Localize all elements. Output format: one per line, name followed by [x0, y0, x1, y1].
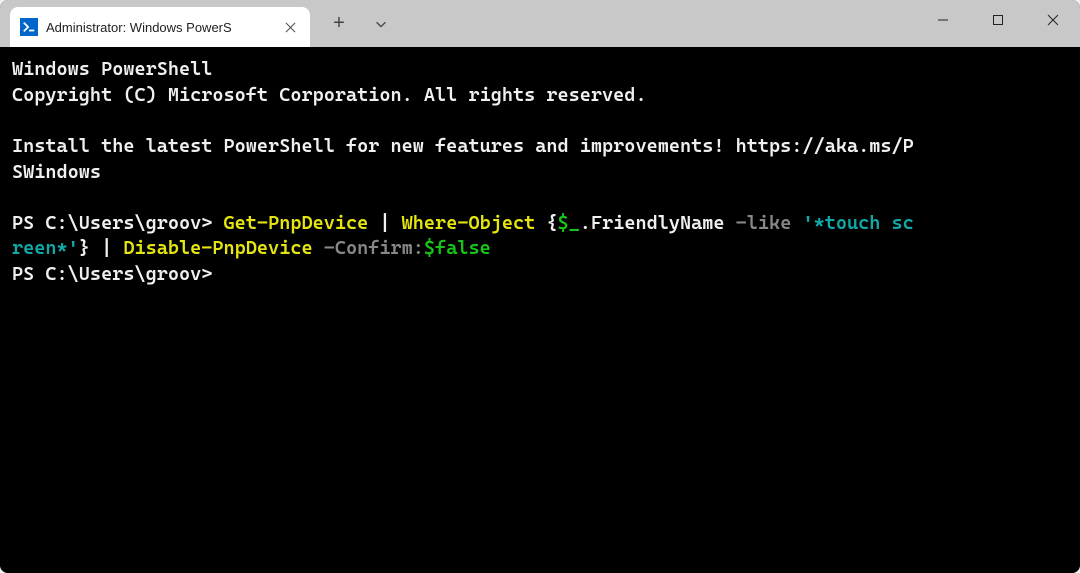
string-part-2: reen*'	[12, 237, 79, 259]
tab-title: Administrator: Windows PowerS	[46, 20, 272, 35]
maximize-button[interactable]	[970, 0, 1025, 40]
prompt-2: PS C:\Users\groov>	[12, 263, 212, 285]
cmdlet-disable: Disable-PnpDevice	[123, 237, 323, 259]
string-part-1: '*touch sc	[802, 212, 913, 234]
property: .FriendlyName	[580, 212, 736, 234]
close-button[interactable]	[1025, 0, 1080, 40]
window-controls	[915, 0, 1080, 40]
terminal-content[interactable]: Windows PowerShell Copyright (C) Microso…	[0, 47, 1080, 573]
active-tab[interactable]: Administrator: Windows PowerS	[10, 7, 310, 47]
header-line-1: Windows PowerShell	[12, 58, 212, 80]
false-value: $false	[424, 237, 491, 259]
install-message-1: Install the latest PowerShell for new fe…	[12, 135, 914, 157]
titlebar: Administrator: Windows PowerS +	[0, 0, 1080, 47]
powershell-icon	[20, 18, 38, 36]
pipe-2: |	[101, 237, 123, 259]
pipeline-var: $_	[558, 212, 580, 234]
prompt-1: PS C:\Users\groov>	[12, 212, 224, 234]
new-tab-button[interactable]: +	[318, 5, 360, 43]
tab-dropdown-button[interactable]	[360, 5, 402, 43]
operator-like: -like	[736, 212, 803, 234]
cmdlet-get: Get-PnpDevice	[224, 212, 380, 234]
header-line-2: Copyright (C) Microsoft Corporation. All…	[12, 84, 647, 106]
install-message-2: SWindows	[12, 161, 101, 183]
param-confirm: -Confirm:	[324, 237, 424, 259]
titlebar-actions: +	[318, 0, 402, 47]
cmdlet-where: Where-Object	[402, 212, 547, 234]
brace-open: {	[546, 212, 557, 234]
brace-close: }	[79, 237, 101, 259]
tab-close-button[interactable]	[280, 17, 300, 37]
terminal-window: Administrator: Windows PowerS + Windows …	[0, 0, 1080, 573]
pipe-1: |	[379, 212, 401, 234]
minimize-button[interactable]	[915, 0, 970, 40]
